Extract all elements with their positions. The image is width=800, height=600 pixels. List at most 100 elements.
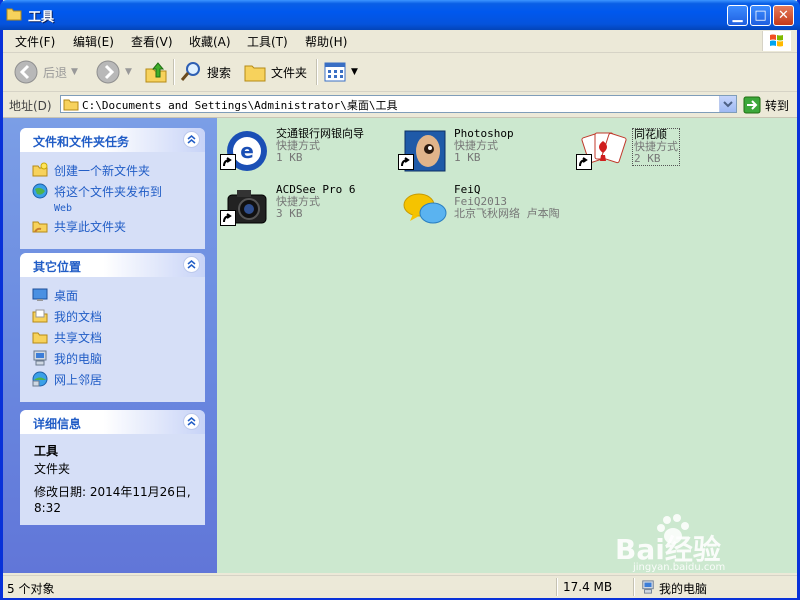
minimize-button[interactable]: ▁: [727, 5, 748, 26]
task-publish-web-label: 将这个文件夹发布到: [54, 185, 163, 199]
publish-web-icon: [32, 183, 48, 199]
views-button[interactable]: ▼: [323, 58, 358, 86]
menu-tools[interactable]: 工具(T): [247, 33, 288, 50]
menu-favorites[interactable]: 收藏(A): [189, 33, 231, 50]
file-list-area[interactable]: e 交通银行网银向导 快捷方式 1 KB Photoshop 快捷方式 1 KB…: [217, 118, 797, 573]
shortcut-arrow-icon: [220, 210, 236, 226]
svg-text:e: e: [240, 139, 254, 163]
menu-file[interactable]: 文件(F): [15, 33, 55, 50]
shortcut-arrow-icon: [220, 154, 236, 170]
place-network[interactable]: 网上邻居: [32, 371, 195, 388]
status-size: 17.4 MB: [563, 580, 613, 594]
maximize-icon: □: [754, 8, 767, 23]
toolbar-separator: [173, 59, 175, 85]
close-button[interactable]: ✕: [773, 5, 794, 26]
collapse-chevron-icon[interactable]: [183, 256, 200, 273]
file-company: 北京飞秋网络 卢本陶: [454, 207, 560, 220]
file-size: 3 KB: [276, 207, 303, 220]
file-item[interactable]: 同花顺 快捷方式 2 KB: [576, 124, 751, 176]
place-desktop-label: 桌面: [54, 289, 79, 303]
back-arrow-icon: [14, 60, 38, 84]
file-size: 2 KB: [634, 152, 661, 165]
watermark-url: jingyan.baidu.com: [633, 562, 726, 573]
menu-help[interactable]: 帮助(H): [305, 33, 347, 50]
place-my-computer[interactable]: 我的电脑: [32, 350, 195, 367]
place-my-computer-label: 我的电脑: [54, 352, 103, 366]
status-location: 我的电脑: [659, 582, 708, 596]
address-label: 地址(D): [9, 99, 52, 113]
chevron-down-icon: ▼: [125, 67, 132, 77]
my-computer-icon: [642, 580, 654, 594]
toolbar: 后退 ▼ ▼ 搜索 文件夹 ▼: [3, 53, 797, 92]
detail-modified: 修改日期: 2014年11月26日,: [34, 485, 191, 499]
detail-type: 文件夹: [34, 462, 71, 476]
place-my-documents[interactable]: 我的文档: [32, 308, 195, 325]
windows-logo: [762, 31, 791, 51]
task-share-folder[interactable]: 共享此文件夹: [32, 218, 195, 235]
address-path: C:\Documents and Settings\Administrator\…: [82, 99, 398, 112]
folder-icon: [63, 99, 79, 111]
file-item[interactable]: Photoshop 快捷方式 1 KB: [398, 124, 573, 176]
status-divider: [556, 578, 558, 596]
task-new-folder[interactable]: 创建一个新文件夹: [32, 162, 195, 179]
task-new-folder-label: 创建一个新文件夹: [54, 164, 151, 178]
place-network-label: 网上邻居: [54, 373, 103, 387]
go-arrow-icon: [743, 96, 761, 114]
chevron-down-icon: [723, 101, 733, 108]
go-button[interactable]: 转到: [743, 96, 789, 114]
toolbar-separator: [316, 59, 318, 85]
my-computer-icon: [33, 350, 47, 366]
menu-edit[interactable]: 编辑(E): [73, 33, 114, 50]
my-documents-icon: [32, 309, 48, 323]
forward-button[interactable]: ▼: [95, 58, 132, 86]
title-bar[interactable]: 工具 ▁ □ ✕: [0, 0, 800, 30]
explorer-window: 工具 ▁ □ ✕ 文件(F) 编辑(E) 查看(V) 收藏(A) 工具(T) 帮…: [0, 0, 800, 600]
places-panel-title: 其它位置: [33, 260, 82, 274]
views-grid-icon: [324, 62, 346, 82]
search-label: 搜索: [207, 65, 232, 80]
network-places-icon: [32, 371, 48, 387]
desktop-icon: [32, 288, 48, 301]
detail-time: 8:32: [34, 501, 61, 515]
file-item[interactable]: ACDSee Pro 6 快捷方式 3 KB: [220, 180, 395, 232]
chevron-down-icon: ▼: [351, 67, 358, 77]
place-desktop[interactable]: 桌面: [32, 287, 195, 304]
collapse-chevron-icon[interactable]: [183, 131, 200, 148]
details-panel-header[interactable]: 详细信息: [20, 410, 205, 434]
shortcut-arrow-icon: [576, 154, 592, 170]
maximize-button[interactable]: □: [750, 5, 771, 26]
windows-flag-icon: [770, 34, 783, 47]
shared-documents-icon: [32, 332, 48, 344]
menu-bar: 文件(F) 编辑(E) 查看(V) 收藏(A) 工具(T) 帮助(H): [3, 30, 797, 53]
place-shared-documents[interactable]: 共享文档: [32, 329, 195, 346]
place-shared-documents-label: 共享文档: [54, 331, 103, 345]
minimize-icon: ▁: [732, 8, 743, 23]
places-panel-header[interactable]: 其它位置: [20, 253, 205, 277]
up-folder-button[interactable]: [143, 58, 169, 86]
back-button[interactable]: 后退 ▼: [13, 58, 78, 86]
folder-tree-icon: [244, 65, 266, 82]
place-my-documents-label: 我的文档: [54, 310, 103, 324]
task-publish-web-sub: Web: [54, 203, 73, 214]
file-size: 1 KB: [454, 151, 481, 164]
folder-icon: [6, 8, 22, 21]
collapse-chevron-icon[interactable]: [183, 413, 200, 430]
status-object-count: 5 个对象: [7, 582, 55, 596]
tasks-panel-header[interactable]: 文件和文件夹任务: [20, 128, 205, 152]
folders-button[interactable]: 文件夹: [243, 58, 307, 86]
go-label: 转到: [765, 98, 790, 113]
address-dropdown-button[interactable]: [719, 96, 736, 112]
baidu-watermark: Bai经验 jingyan.baidu.com: [615, 514, 765, 578]
search-button[interactable]: 搜索: [179, 58, 231, 86]
task-publish-web[interactable]: 将这个文件夹发布到 Web: [32, 183, 195, 214]
status-divider: [633, 578, 635, 596]
file-size: 1 KB: [276, 151, 303, 164]
address-input[interactable]: C:\Documents and Settings\Administrator\…: [60, 95, 737, 113]
file-item[interactable]: e 交通银行网银向导 快捷方式 1 KB: [220, 124, 395, 176]
file-item[interactable]: FeiQ FeiQ2013 北京飞秋网络 卢本陶: [398, 180, 608, 232]
details-panel-title: 详细信息: [33, 417, 82, 431]
back-label: 后退: [43, 65, 68, 80]
search-icon: [180, 62, 200, 81]
chevron-down-icon: ▼: [71, 67, 78, 77]
menu-view[interactable]: 查看(V): [131, 33, 173, 50]
